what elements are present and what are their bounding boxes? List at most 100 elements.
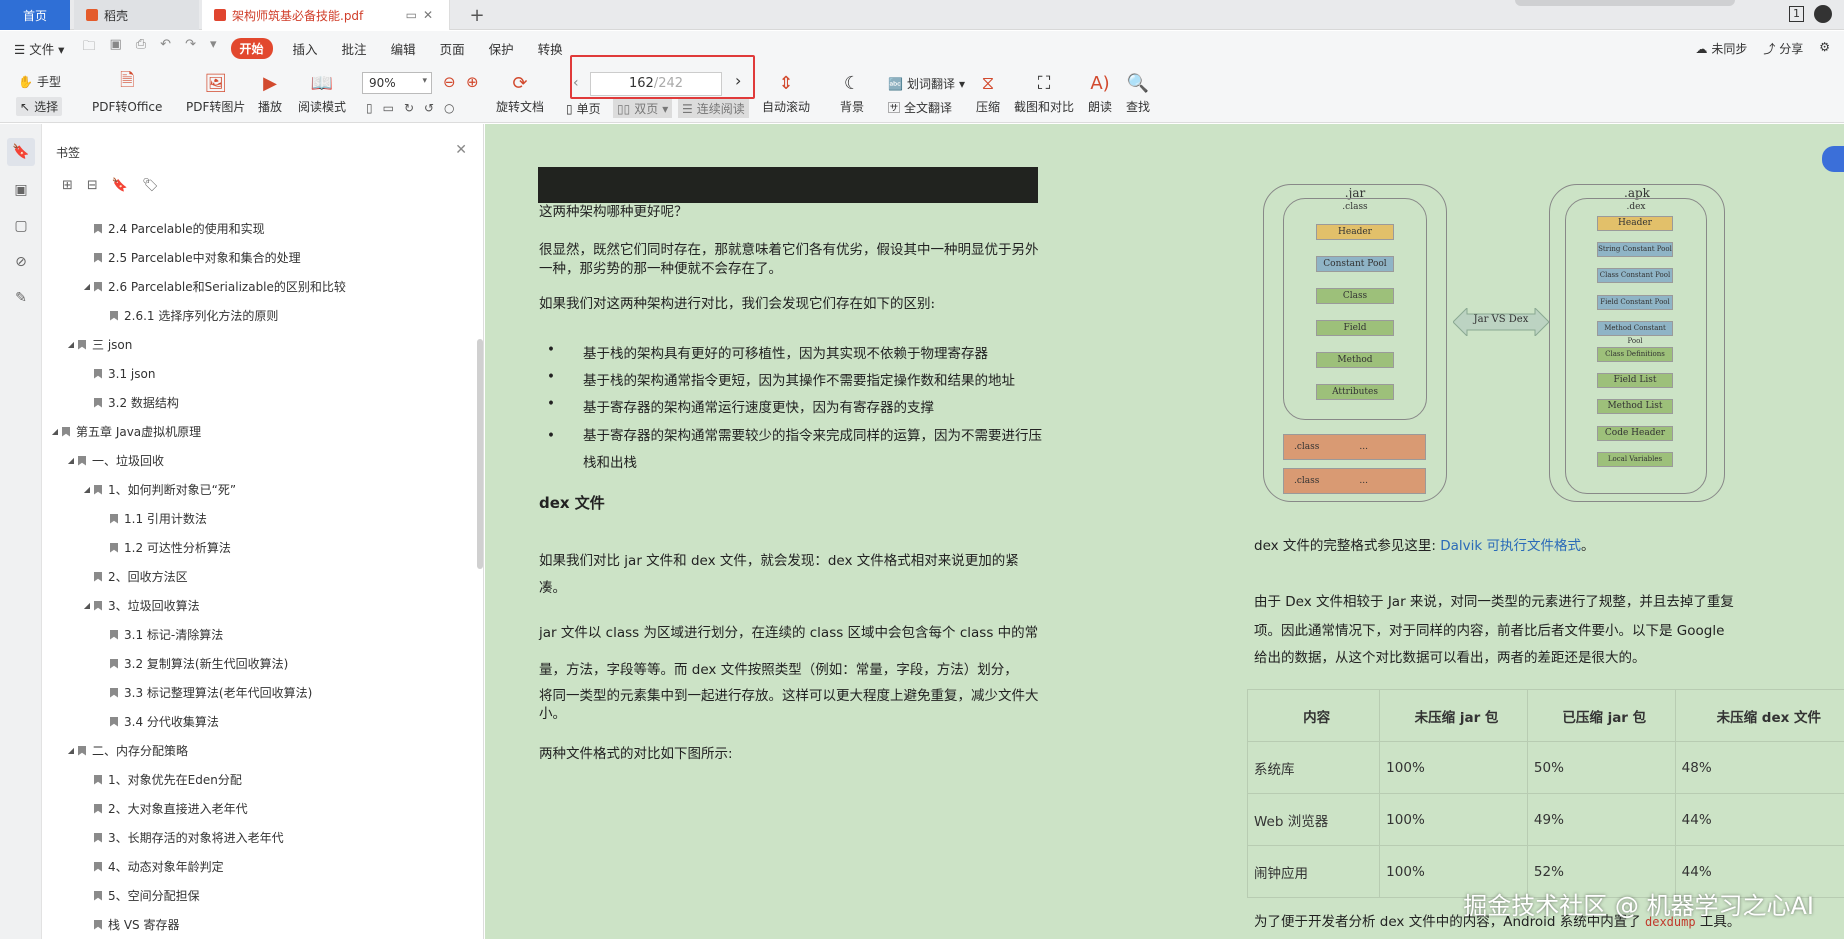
pdf-to-office-button[interactable]: 🗎 PDF转Office: [92, 70, 162, 115]
bookmark-panel-icon[interactable]: 🔖: [7, 138, 35, 166]
attachment-icon[interactable]: ⊘: [11, 252, 31, 272]
bookmark-item[interactable]: 3.2 数据结构: [42, 388, 472, 417]
share-button[interactable]: ⤴ 分享: [1763, 40, 1803, 57]
bookmark-item[interactable]: 2、大对象直接进入老年代: [42, 794, 472, 823]
menu-convert[interactable]: 转换: [538, 39, 563, 58]
view-tools[interactable]: ▯▭↻↺○: [366, 101, 465, 115]
auto-scroll-button[interactable]: ⇕ 自动滚动: [762, 71, 810, 115]
jar-section-box: Method: [1316, 352, 1394, 368]
bookmark-item[interactable]: 2、回收方法区: [42, 562, 472, 591]
open-folder-icon[interactable]: 🗀: [82, 37, 95, 59]
undo-icon[interactable]: ↶: [160, 37, 171, 59]
expand-toggle-icon[interactable]: ◢: [66, 746, 76, 755]
bookmark-item[interactable]: ◢ 1、如何判断对象已“死”: [42, 475, 472, 504]
play-button[interactable]: ▶ 播放: [258, 71, 282, 115]
bookmark-item[interactable]: ◢ 二、内存分配策略: [42, 736, 472, 765]
bookmark-item[interactable]: 3、长期存活的对象将进入老年代: [42, 823, 472, 852]
bookmark-item[interactable]: 5、空间分配担保: [42, 881, 472, 910]
expand-toggle-icon[interactable]: ◢: [82, 485, 92, 494]
tab-home[interactable]: 首页: [0, 0, 70, 30]
bookmark-item[interactable]: 栈 VS 寄存器: [42, 910, 472, 939]
new-tab-button[interactable]: +: [462, 0, 492, 30]
double-page-button[interactable]: ▯▯ 双页 ▾: [613, 99, 673, 118]
redacted-bar: [538, 167, 1038, 203]
bookmark-item[interactable]: 3.3 标记整理算法(老年代回收算法): [42, 678, 472, 707]
scrollbar[interactable]: [477, 339, 483, 569]
read-aloud-button[interactable]: A) 朗读: [1088, 71, 1112, 115]
bookmark-item[interactable]: 1.1 引用计数法: [42, 504, 472, 533]
bookmark-item[interactable]: 2.6.1 选择序列化方法的原则: [42, 301, 472, 330]
bookmark-item[interactable]: 3.1 标记-清除算法: [42, 620, 472, 649]
background-button[interactable]: ☾ 背景: [840, 71, 864, 115]
customize-icon[interactable]: ▾: [210, 37, 217, 59]
bookmark-item[interactable]: 3.4 分代收集算法: [42, 707, 472, 736]
sync-status[interactable]: ☁ 未同步: [1696, 40, 1748, 57]
bookmark-item[interactable]: ◢ 三 json: [42, 330, 472, 359]
hand-tool[interactable]: ✋ 手型: [18, 73, 61, 90]
single-page-button[interactable]: ▯ 单页: [566, 100, 601, 117]
expand-toggle-icon[interactable]: ◢: [66, 340, 76, 349]
compress-button[interactable]: ⧖ 压缩: [976, 71, 1000, 115]
bookmark-item[interactable]: ◢ 一、垃圾回收: [42, 446, 472, 475]
bookmark-item[interactable]: 1.2 可达性分析算法: [42, 533, 472, 562]
bookmark-item[interactable]: 3.2 复制算法(新生代回收算法): [42, 649, 472, 678]
bookmark-item[interactable]: ◢ 第五章 Java虚拟机原理: [42, 417, 472, 446]
bookmark-item[interactable]: 2.4 Parcelable的使用和实现: [42, 214, 472, 243]
bookmark-outline-icon[interactable]: 🏷: [142, 178, 159, 193]
bookmark-item[interactable]: 1、对象优先在Eden分配: [42, 765, 472, 794]
dex-section-box: Header: [1597, 216, 1673, 231]
bookmark-icon[interactable]: 🔖: [112, 178, 128, 193]
rotate-document-button[interactable]: ⟳ 旋转文档: [496, 71, 544, 115]
bookmark-icon: [94, 252, 102, 263]
dalvik-format-link[interactable]: Dalvik 可执行文件格式: [1440, 538, 1581, 554]
settings-icon[interactable]: ⚙: [1819, 40, 1830, 57]
save-icon[interactable]: ▣: [109, 37, 121, 59]
pdf-to-image-button[interactable]: 🖼 PDF转图片: [186, 71, 245, 115]
screenshot-compare-button[interactable]: ⛶ 截图和对比: [1014, 71, 1074, 115]
word-translate-button[interactable]: 🔤 划词翻译 ▾: [888, 75, 965, 92]
zoom-out-icon[interactable]: ⊖: [443, 73, 456, 91]
close-tab-icon[interactable]: ✕: [423, 8, 439, 22]
full-translate-button[interactable]: 🈂 全文翻译: [888, 99, 952, 116]
expand-toggle-icon[interactable]: ◢: [82, 282, 92, 291]
menu-annotate[interactable]: 批注: [342, 39, 367, 58]
expand-toggle-icon[interactable]: ◢: [66, 456, 76, 465]
file-menu[interactable]: ☰ 文件 ▾: [14, 39, 64, 58]
doc-paragraph: 项。因此通常情况下，对于同样的内容，前者比后者文件要小。以下是 Google: [1254, 623, 1725, 639]
tab-pdf-document[interactable]: 架构师筑基必备技能.pdf ▭✕: [202, 0, 450, 30]
tab-daoke[interactable]: 稻壳: [74, 0, 199, 30]
read-mode-button[interactable]: 📖 阅读模式: [298, 71, 346, 115]
signature-icon[interactable]: ✎: [11, 288, 31, 308]
zoom-select[interactable]: 90%: [362, 72, 432, 94]
comment-icon[interactable]: ▢: [11, 216, 31, 236]
continuous-read-button[interactable]: ☰ 连续阅读: [678, 99, 749, 118]
avatar[interactable]: [1814, 5, 1832, 23]
zoom-in-icon[interactable]: ⊕: [466, 73, 479, 91]
bookmark-item[interactable]: 2.5 Parcelable中对象和集合的处理: [42, 243, 472, 272]
thumbnail-icon[interactable]: ▣: [11, 180, 31, 200]
expand-toggle-icon[interactable]: ◢: [82, 601, 92, 610]
expand-toggle-icon[interactable]: ◢: [50, 427, 60, 436]
bookmark-icon: [78, 339, 86, 350]
add-child-bookmark-icon[interactable]: ⊟: [87, 178, 98, 193]
menu-start[interactable]: 开始: [230, 37, 273, 59]
redo-icon[interactable]: ↷: [185, 37, 196, 59]
share-label: 分享: [1779, 42, 1804, 56]
bookmark-item[interactable]: ◢ 3、垃圾回收算法: [42, 591, 472, 620]
print-icon[interactable]: ⎙: [136, 37, 146, 59]
find-button[interactable]: 🔍 查找: [1126, 71, 1150, 115]
bookmark-item[interactable]: ◢ 2.6 Parcelable和Serializable的区别和比较: [42, 272, 472, 301]
menu-page[interactable]: 页面: [440, 39, 465, 58]
window-count-badge[interactable]: 1: [1789, 6, 1804, 22]
menu-edit[interactable]: 编辑: [391, 39, 416, 58]
pin-window-icon[interactable]: ▭: [406, 8, 423, 22]
menu-protect[interactable]: 保护: [489, 39, 514, 58]
menu-insert[interactable]: 插入: [293, 39, 318, 58]
close-icon[interactable]: ✕: [455, 142, 467, 158]
bookmark-item[interactable]: 3.1 json: [42, 359, 472, 388]
select-tool[interactable]: ↖ 选择: [16, 97, 63, 116]
add-bookmark-icon[interactable]: ⊞: [62, 178, 73, 193]
pdf-image-icon: 🖼: [204, 72, 228, 94]
float-tool-button[interactable]: [1822, 146, 1844, 172]
bookmark-item[interactable]: 4、动态对象年龄判定: [42, 852, 472, 881]
